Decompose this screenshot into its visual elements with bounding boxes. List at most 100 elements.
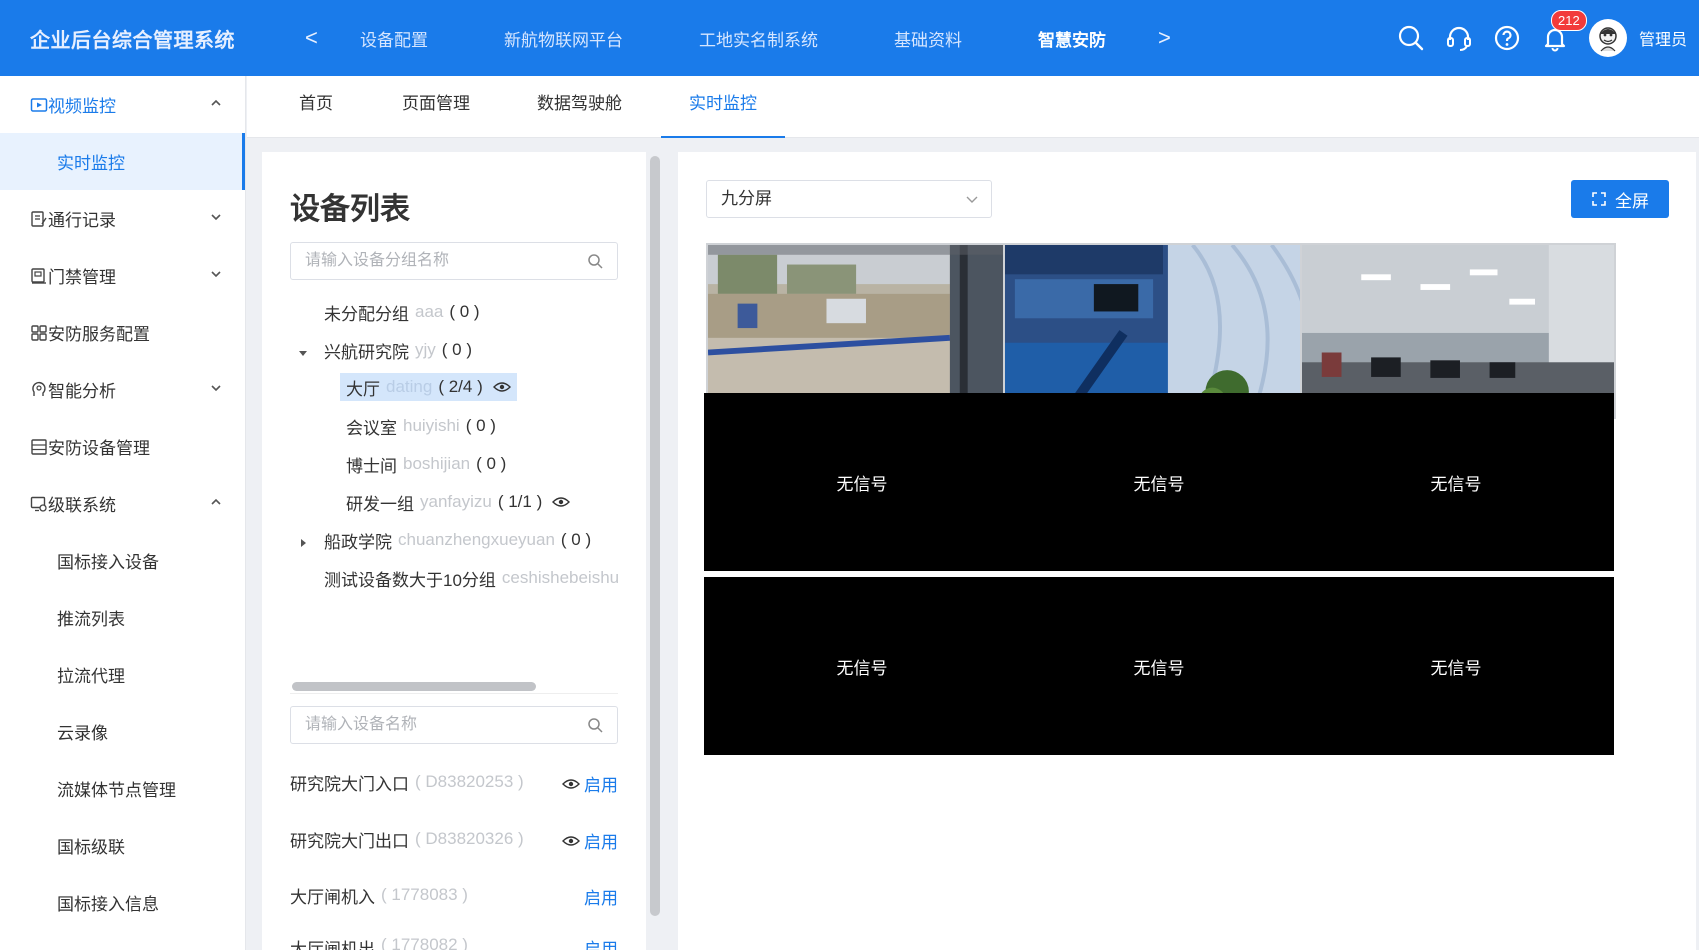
- device-panel-vertical-scrollbar[interactable]: [650, 156, 660, 916]
- tree-node-selected[interactable]: 大厅 dating ( 2/4 ): [340, 373, 517, 401]
- grid-icon: [30, 324, 48, 342]
- topnav-prev-button[interactable]: <: [305, 24, 318, 52]
- fullscreen-label: 全屏: [1615, 191, 1649, 211]
- tree-node[interactable]: 兴航研究院 yjy ( 0 ): [324, 333, 472, 367]
- chevron-up-icon: [211, 498, 221, 505]
- device-row: 大厅闸机出 ( 1778082 ) 启用: [290, 935, 618, 950]
- tree-node[interactable]: 测试设备数大于10分组 ceshishebeishu: [324, 561, 618, 595]
- headset-icon[interactable]: [1445, 24, 1473, 52]
- tree-node-name: 船政学院: [324, 532, 392, 552]
- chevron-down-icon: [211, 385, 221, 392]
- notification-badge: 212: [1550, 10, 1587, 31]
- tab-data-cockpit[interactable]: 数据驾驶舱: [537, 76, 622, 138]
- sidebar-item-gb-devices[interactable]: 国标接入设备: [0, 532, 245, 589]
- tree-node[interactable]: 会议室 huiyishi ( 0 ): [346, 409, 496, 443]
- fullscreen-button[interactable]: 全屏: [1571, 180, 1669, 218]
- sidebar-item-push-list[interactable]: 推流列表: [0, 589, 245, 646]
- tree-node-pinyin: huiyishi: [403, 416, 460, 435]
- device-name: 研究院大门出口: [290, 831, 409, 851]
- sidebar-item-label: 智能分析: [48, 382, 116, 401]
- sidebar-item-label: 通行记录: [48, 211, 116, 230]
- tree-node-count: ( 1/1 ): [497, 492, 543, 511]
- device-code: ( 1778082 ): [381, 935, 468, 950]
- tree-node-count: ( 0 ): [441, 340, 473, 359]
- tab-live-monitor[interactable]: 实时监控: [661, 76, 785, 138]
- camera-feed-image: [1005, 245, 1317, 417]
- device-name: 研究院大门入口: [290, 774, 409, 794]
- sidebar-item-gb-access-info[interactable]: 国标接入信息: [0, 874, 245, 931]
- tree-node-name: 会议室: [346, 418, 397, 438]
- device-search-input[interactable]: [291, 707, 561, 743]
- sidebar-item-gb-cascade[interactable]: 国标级联: [0, 817, 245, 874]
- enable-button[interactable]: 启用: [584, 884, 618, 909]
- enable-button[interactable]: 启用: [562, 828, 618, 853]
- topnav-item-worker-registry[interactable]: 工地实名制系统: [699, 26, 818, 51]
- tree-node[interactable]: 研发一组 yanfayizu ( 1/1 ): [346, 485, 571, 519]
- camera-feed-image: [708, 245, 1020, 417]
- tree-node[interactable]: 未分配分组 aaa ( 0 ): [324, 295, 480, 329]
- sidebar-item-cascade-system[interactable]: 级联系统: [0, 475, 245, 532]
- app-title: 企业后台综合管理系统: [30, 30, 235, 52]
- video-cell-7[interactable]: 无信号: [704, 577, 1020, 755]
- sidebar-item-live-monitor[interactable]: 实时监控: [0, 133, 245, 190]
- sidebar-item-video-monitoring[interactable]: 视频监控: [0, 76, 245, 133]
- topnav-item-base-data[interactable]: 基础资料: [894, 26, 962, 51]
- panel-title: 设备列表: [290, 193, 410, 226]
- device-search-field[interactable]: [290, 706, 618, 744]
- tab-bar: 首页 页面管理 数据驾驶舱 实时监控: [247, 76, 1699, 138]
- search-icon[interactable]: [1397, 24, 1425, 52]
- video-cell-6[interactable]: 无信号: [1298, 393, 1614, 571]
- chevron-down-icon: [211, 271, 221, 278]
- scrollbar-thumb[interactable]: [292, 682, 536, 691]
- topnav-item-device-config[interactable]: 设备配置: [360, 26, 428, 51]
- eye-icon[interactable]: [492, 381, 511, 393]
- enable-label: 启用: [584, 833, 618, 852]
- video-cell-9[interactable]: 无信号: [1298, 577, 1614, 755]
- tree-horizontal-scrollbar[interactable]: [290, 678, 618, 694]
- tree-node[interactable]: 博士间 boshijian ( 0 ): [346, 447, 506, 481]
- tab-page-management[interactable]: 页面管理: [402, 76, 470, 138]
- avatar[interactable]: [1588, 19, 1627, 57]
- caret-down-icon[interactable]: [298, 348, 308, 358]
- door-icon: [30, 267, 48, 285]
- enable-label: 启用: [584, 940, 618, 950]
- help-icon[interactable]: [1493, 24, 1521, 52]
- sidebar-item-security-service-config[interactable]: 安防服务配置: [0, 304, 245, 361]
- tab-home[interactable]: 首页: [299, 76, 333, 138]
- video-cell-8[interactable]: 无信号: [1001, 577, 1317, 755]
- search-icon[interactable]: [587, 253, 603, 269]
- sidebar-item-pull-proxy[interactable]: 拉流代理: [0, 646, 245, 703]
- enable-button[interactable]: 启用: [584, 935, 618, 950]
- device-row: 大厅闸机入 ( 1778083 ) 启用: [290, 880, 618, 910]
- user-name[interactable]: 管理员: [1639, 26, 1687, 50]
- group-search-field[interactable]: [290, 242, 618, 280]
- tree-node-pinyin: yjy: [415, 340, 436, 359]
- enable-button[interactable]: 启用: [562, 771, 618, 796]
- tree-node-name: 大厅: [346, 379, 380, 399]
- device-code: ( D83820326 ): [415, 829, 524, 848]
- camera-feed-image: [1302, 245, 1614, 417]
- sidebar-item-door-access[interactable]: 门禁管理: [0, 247, 245, 304]
- video-wall-panel: 九分屏 全屏 无信号 无信号 无信号 无信号 无信号 无信号: [678, 152, 1696, 950]
- video-cell-4[interactable]: 无信号: [704, 393, 1020, 571]
- group-search-input[interactable]: [291, 243, 561, 279]
- sidebar-item-smart-analysis[interactable]: 智能分析: [0, 361, 245, 418]
- caret-right-icon[interactable]: [298, 538, 308, 548]
- bell-icon[interactable]: 212: [1541, 10, 1587, 52]
- topnav-item-iot-platform[interactable]: 新航物联网平台: [504, 26, 623, 51]
- sidebar-item-security-device-mgmt[interactable]: 安防设备管理: [0, 418, 245, 475]
- eye-icon[interactable]: [552, 496, 571, 508]
- sidebar-item-access-records[interactable]: 通行记录: [0, 190, 245, 247]
- topnav-item-smart-security[interactable]: 智慧安防: [1038, 26, 1106, 51]
- tree-node-pinyin: ceshishebeishu: [501, 568, 618, 587]
- enable-label: 启用: [584, 776, 618, 795]
- topnav-next-button[interactable]: >: [1158, 24, 1171, 52]
- tree-node-clip: 测试设备数大于10分组 ceshishebeishu: [324, 561, 618, 595]
- search-icon[interactable]: [587, 717, 603, 733]
- sidebar-item-cloud-recording[interactable]: 云录像: [0, 703, 245, 760]
- video-cell-5[interactable]: 无信号: [1001, 393, 1317, 571]
- eye-icon: [562, 778, 580, 789]
- sidebar-item-media-nodes[interactable]: 流媒体节点管理: [0, 760, 245, 817]
- screen-layout-select[interactable]: 九分屏: [706, 180, 992, 218]
- tree-node[interactable]: 船政学院 chuanzhengxueyuan ( 0 ): [324, 523, 591, 557]
